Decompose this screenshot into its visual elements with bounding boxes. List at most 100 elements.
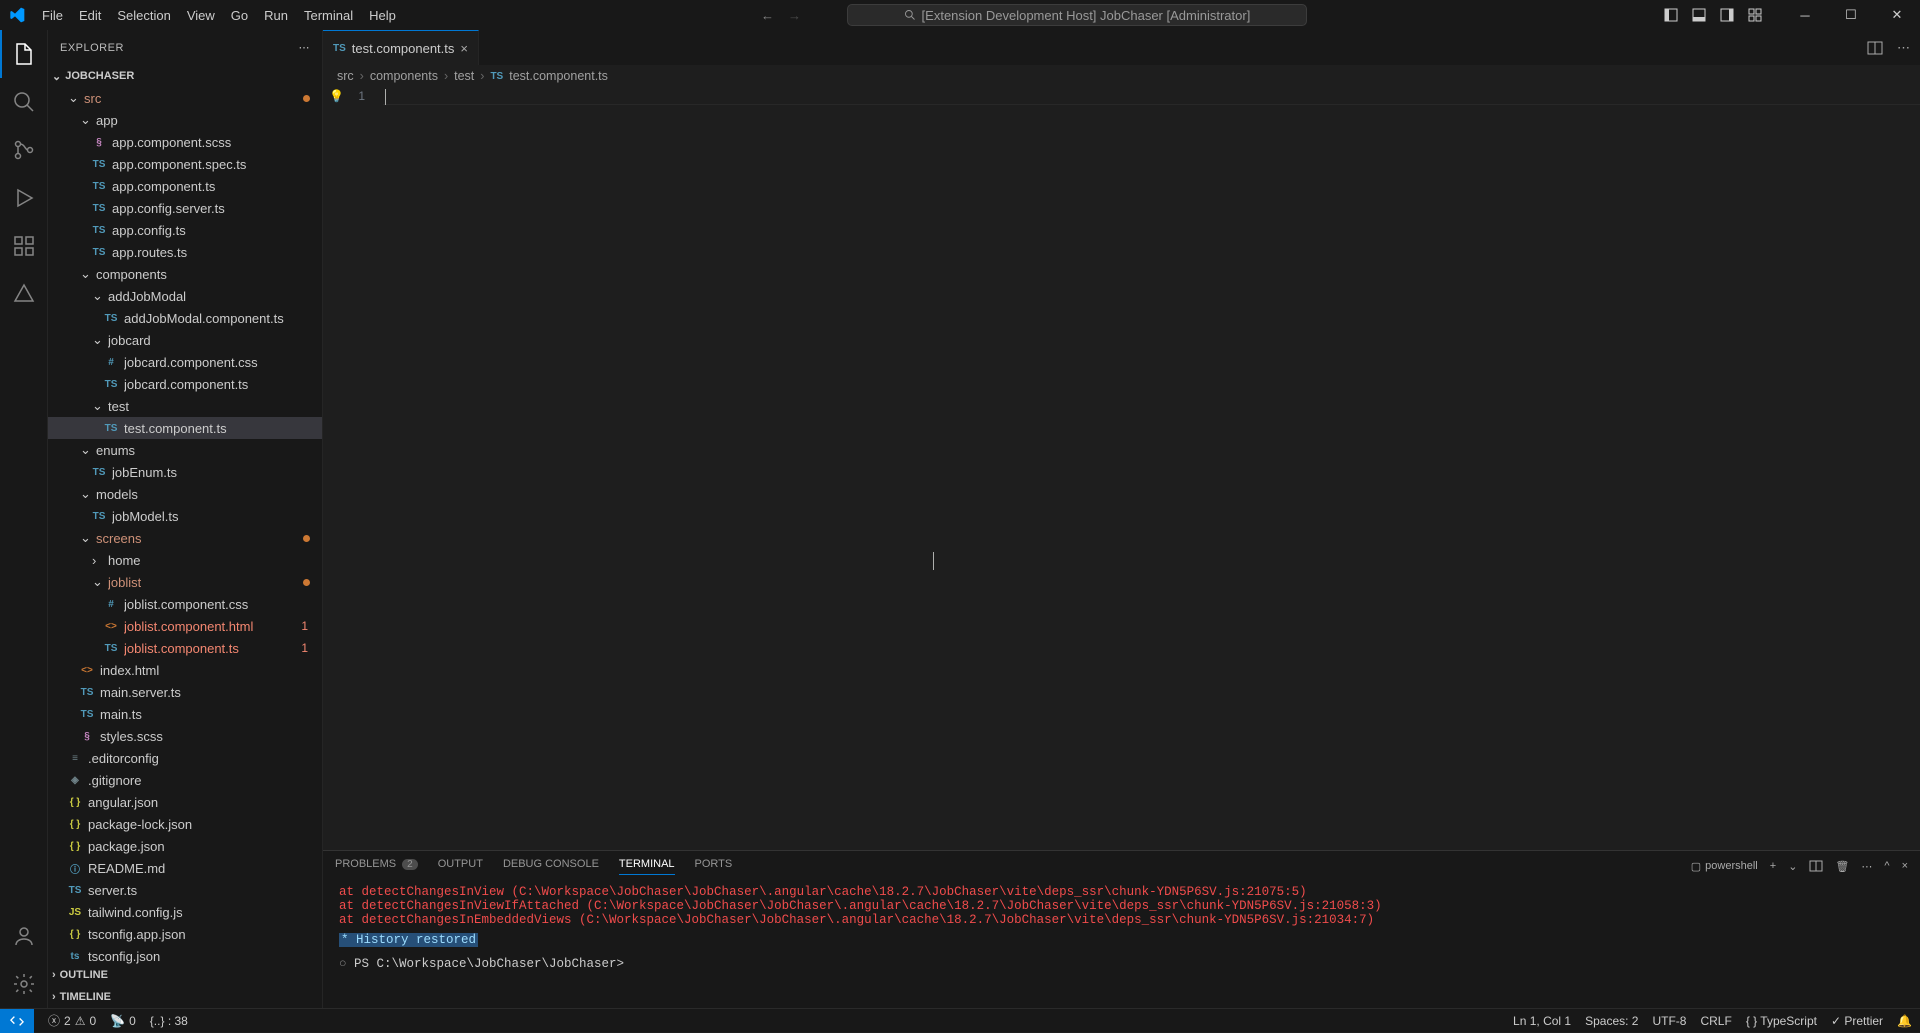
breadcrumb-item[interactable]: test <box>454 69 474 83</box>
activity-custom-icon[interactable] <box>0 270 48 318</box>
breadcrumb-item[interactable]: test.component.ts <box>509 69 608 83</box>
layout-customize-icon[interactable] <box>1748 8 1762 22</box>
lightbulb-icon[interactable]: 💡 <box>329 89 344 103</box>
panel-tab-problems[interactable]: PROBLEMS2 <box>335 858 418 875</box>
tree-file[interactable]: { }package-lock.json <box>48 813 322 835</box>
panel-max-icon[interactable]: ^ <box>1884 860 1889 872</box>
menu-file[interactable]: File <box>34 0 71 30</box>
activity-account-icon[interactable] <box>0 912 48 960</box>
tree-file[interactable]: TSmain.ts <box>48 703 322 725</box>
remote-indicator[interactable] <box>0 1009 34 1033</box>
tree-folder[interactable]: ⌄src <box>48 87 322 109</box>
menu-selection[interactable]: Selection <box>109 0 178 30</box>
command-center-search[interactable]: [Extension Development Host] JobChaser [… <box>847 4 1307 26</box>
menu-view[interactable]: View <box>179 0 223 30</box>
menu-help[interactable]: Help <box>361 0 404 30</box>
maximize-button[interactable]: ☐ <box>1828 0 1874 30</box>
tree-file[interactable]: #jobcard.component.css <box>48 351 322 373</box>
section-project[interactable]: ⌄ JOBCHASER <box>48 65 322 87</box>
split-terminal-icon[interactable] <box>1809 859 1823 873</box>
status-spaces[interactable]: Spaces: 2 <box>1585 1014 1638 1028</box>
panel-tab-output[interactable]: OUTPUT <box>438 858 483 875</box>
status-lang[interactable]: { } TypeScript <box>1746 1014 1817 1028</box>
layout-panel-left-icon[interactable] <box>1664 8 1678 22</box>
menu-go[interactable]: Go <box>223 0 256 30</box>
menu-edit[interactable]: Edit <box>71 0 109 30</box>
tree-file[interactable]: { }tsconfig.app.json <box>48 923 322 945</box>
layout-panel-right-icon[interactable] <box>1720 8 1734 22</box>
nav-fwd-icon[interactable]: → <box>788 8 801 23</box>
tree-file[interactable]: ◈.gitignore <box>48 769 322 791</box>
tree-file[interactable]: { }angular.json <box>48 791 322 813</box>
activity-search-icon[interactable] <box>0 78 48 126</box>
panel-close-icon[interactable]: × <box>1902 860 1908 872</box>
tree-file[interactable]: TSapp.config.ts <box>48 219 322 241</box>
tree-file[interactable]: TSjobEnum.ts <box>48 461 322 483</box>
breadcrumb-item[interactable]: components <box>370 69 438 83</box>
status-prettier[interactable]: ✓ Prettier <box>1831 1014 1883 1028</box>
tree-folder[interactable]: ⌄joblist <box>48 571 322 593</box>
tab-test-component[interactable]: TS test.component.ts × <box>323 30 479 65</box>
tab-more-icon[interactable]: ⋯ <box>1897 40 1910 56</box>
activity-explorer-icon[interactable] <box>0 30 48 78</box>
terminal-dropdown-icon[interactable]: ⌄ <box>1788 860 1797 873</box>
tree-folder[interactable]: ⌄components <box>48 263 322 285</box>
tree-file[interactable]: TSapp.config.server.ts <box>48 197 322 219</box>
close-button[interactable]: ✕ <box>1874 0 1920 30</box>
tree-file[interactable]: <>joblist.component.html1 <box>48 615 322 637</box>
tree-file[interactable]: §styles.scss <box>48 725 322 747</box>
tree-file[interactable]: TSjobcard.component.ts <box>48 373 322 395</box>
section-timeline[interactable]: ›TIMELINE <box>48 986 322 1008</box>
panel-tab-terminal[interactable]: TERMINAL <box>619 858 675 875</box>
tree-file[interactable]: { }package.json <box>48 835 322 857</box>
tree-file[interactable]: TSjobModel.ts <box>48 505 322 527</box>
split-editor-icon[interactable] <box>1867 40 1883 56</box>
kill-terminal-icon[interactable]: 🗑 <box>1835 860 1849 873</box>
tree-folder[interactable]: ⌄models <box>48 483 322 505</box>
status-errors[interactable]: ⓧ 2 ⚠ 0 <box>48 1012 96 1029</box>
menu-terminal[interactable]: Terminal <box>296 0 361 30</box>
tree-file[interactable]: #joblist.component.css <box>48 593 322 615</box>
tree-folder[interactable]: ⌄app <box>48 109 322 131</box>
panel-more-icon[interactable]: ⋯ <box>1861 860 1872 873</box>
tree-folder[interactable]: ›home <box>48 549 322 571</box>
tree-file[interactable]: TSserver.ts <box>48 879 322 901</box>
minimize-button[interactable]: ─ <box>1782 0 1828 30</box>
status-encoding[interactable]: UTF-8 <box>1652 1014 1686 1028</box>
tree-file[interactable]: TSmain.server.ts <box>48 681 322 703</box>
activity-settings-icon[interactable] <box>0 960 48 1008</box>
section-outline[interactable]: ›OUTLINE <box>48 964 322 986</box>
tree-file[interactable]: TSapp.routes.ts <box>48 241 322 263</box>
tree-file[interactable]: §app.component.scss <box>48 131 322 153</box>
activity-scm-icon[interactable] <box>0 126 48 174</box>
tree-folder[interactable]: ⌄enums <box>48 439 322 461</box>
tree-folder[interactable]: ⌄test <box>48 395 322 417</box>
terminal-output[interactable]: at detectChangesInView (C:\Workspace\Job… <box>323 881 1920 1008</box>
new-terminal-icon[interactable]: + <box>1770 860 1776 872</box>
activity-extensions-icon[interactable] <box>0 222 48 270</box>
tree-file[interactable]: TSaddJobModal.component.ts <box>48 307 322 329</box>
status-bell-icon[interactable]: 🔔 <box>1897 1014 1912 1028</box>
layout-panel-bottom-icon[interactable] <box>1692 8 1706 22</box>
close-icon[interactable]: × <box>460 41 468 56</box>
tree-file[interactable]: TSapp.component.spec.ts <box>48 153 322 175</box>
breadcrumbs[interactable]: src›components›test›TStest.component.ts <box>323 65 1920 87</box>
tree-file[interactable]: tstsconfig.json <box>48 945 322 964</box>
status-eol[interactable]: CRLF <box>1700 1014 1731 1028</box>
tree-folder[interactable]: ⌄jobcard <box>48 329 322 351</box>
tree-file[interactable]: TSjoblist.component.ts1 <box>48 637 322 659</box>
status-cursor-pos[interactable]: Ln 1, Col 1 <box>1513 1014 1571 1028</box>
tree-file[interactable]: ≡.editorconfig <box>48 747 322 769</box>
status-json[interactable]: {..} : 38 <box>150 1014 188 1028</box>
tree-file[interactable]: TStest.component.ts <box>48 417 322 439</box>
tree-folder[interactable]: ⌄addJobModal <box>48 285 322 307</box>
tree-file[interactable]: TSapp.component.ts <box>48 175 322 197</box>
tree-file[interactable]: <>index.html <box>48 659 322 681</box>
menu-run[interactable]: Run <box>256 0 296 30</box>
panel-tab-debug[interactable]: DEBUG CONSOLE <box>503 858 599 875</box>
panel-tab-ports[interactable]: PORTS <box>695 858 733 875</box>
status-ports[interactable]: 📡 0 <box>110 1014 136 1028</box>
editor-body[interactable]: 💡 1 <box>323 87 1920 850</box>
activity-run-icon[interactable] <box>0 174 48 222</box>
terminal-profile[interactable]: ▢ powershell <box>1691 860 1758 873</box>
